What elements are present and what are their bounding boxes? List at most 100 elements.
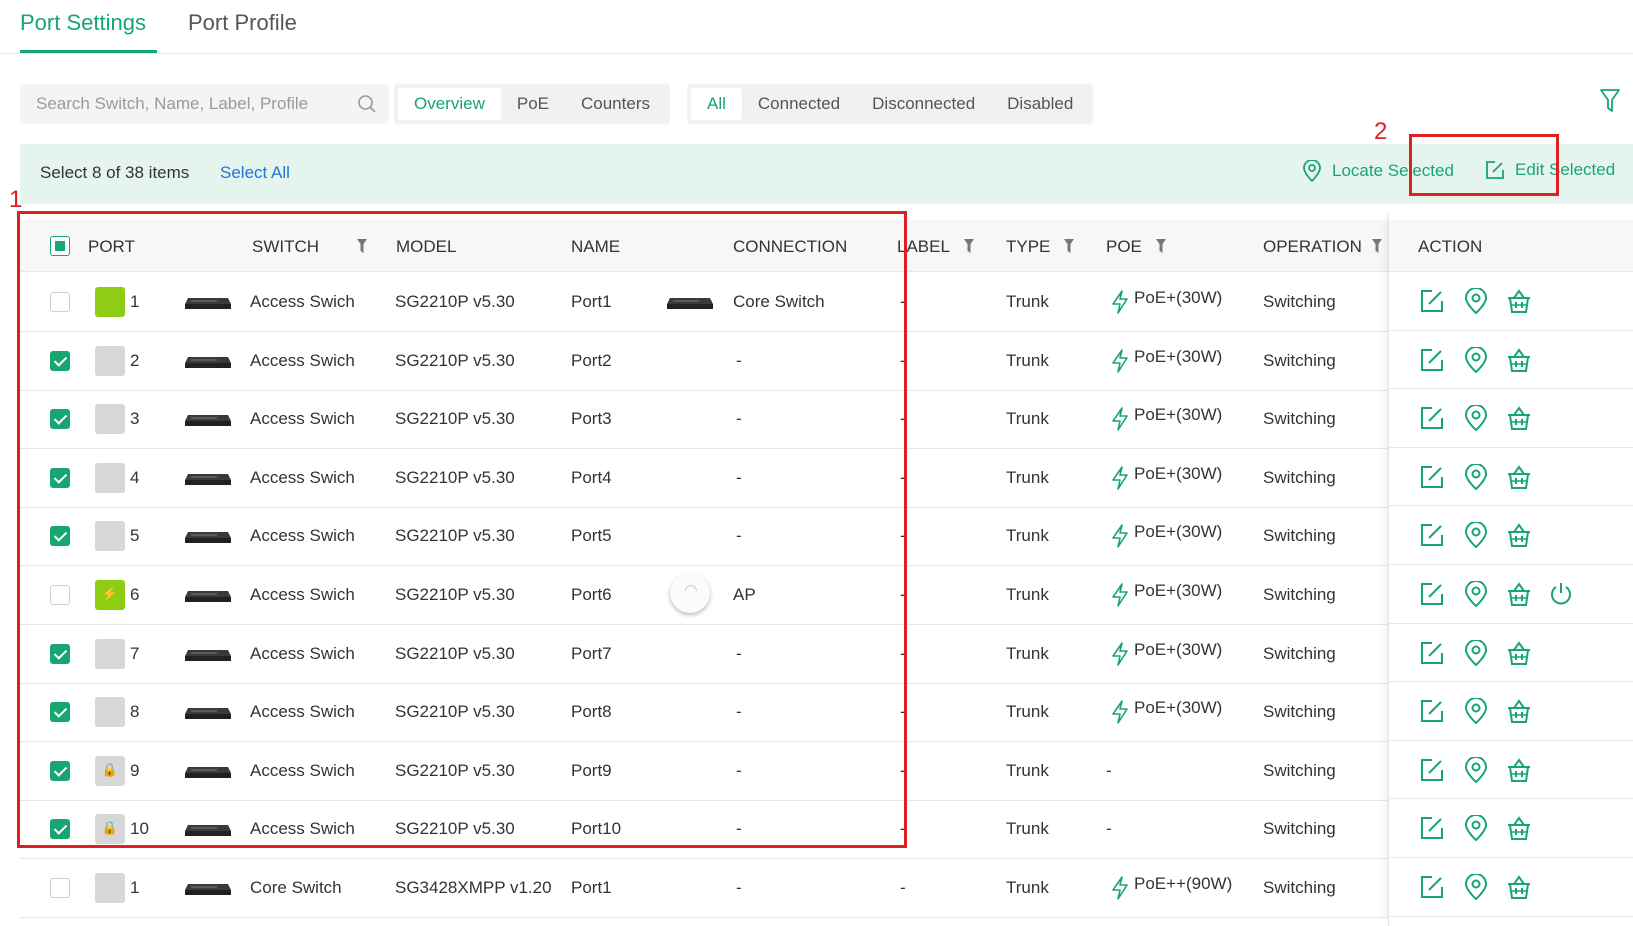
poe-bolt-icon: [1110, 524, 1130, 553]
location-pin-icon[interactable]: [1464, 345, 1488, 378]
column-header-poe: POE: [1106, 237, 1166, 258]
filter-icon[interactable]: [1599, 88, 1621, 119]
operation-filter-icon[interactable]: [1371, 238, 1382, 258]
poe-bolt-icon: [1110, 465, 1130, 495]
operation: Switching: [1263, 878, 1336, 897]
edit-icon[interactable]: [1419, 757, 1445, 788]
row-actions: [1389, 799, 1633, 858]
tab-port-settings[interactable]: Port Settings: [20, 10, 146, 36]
location-pin-icon[interactable]: [1464, 873, 1488, 905]
reset-profile-icon[interactable]: [1506, 874, 1532, 905]
operation: Switching: [1263, 467, 1336, 487]
status-option-all[interactable]: All: [691, 88, 742, 120]
operation: Switching: [1263, 702, 1336, 722]
poe-value: PoE+(30W): [1134, 639, 1223, 659]
type: Trunk: [1006, 409, 1049, 429]
poe-value: PoE++(90W): [1134, 874, 1233, 893]
reset-profile-icon[interactable]: [1506, 288, 1532, 319]
edit-icon[interactable]: [1419, 464, 1445, 495]
poe-value: PoE+(30W): [1134, 463, 1223, 483]
status-option-connected[interactable]: Connected: [742, 88, 856, 120]
reset-profile-icon[interactable]: [1506, 757, 1532, 788]
reset-profile-icon[interactable]: [1506, 464, 1532, 495]
poe-bolt-icon: [1110, 641, 1130, 671]
poe-bolt-icon: [1110, 700, 1130, 729]
edit-icon[interactable]: [1419, 288, 1445, 319]
type: Trunk: [1006, 292, 1049, 311]
location-pin-icon[interactable]: [1464, 814, 1488, 846]
reset-profile-icon[interactable]: [1506, 347, 1532, 378]
type: Trunk: [1006, 878, 1049, 897]
edit-icon[interactable]: [1419, 347, 1445, 378]
edit-icon[interactable]: [1419, 698, 1445, 729]
poe-value: PoE+(30W): [1134, 698, 1223, 718]
type: Trunk: [1006, 643, 1049, 663]
row-actions: [1389, 624, 1633, 683]
reset-profile-icon[interactable]: [1506, 698, 1532, 729]
type: Trunk: [1006, 760, 1049, 780]
action-column-header: ACTION: [1389, 220, 1633, 272]
operation: Switching: [1263, 526, 1336, 546]
port-status-icon: [95, 873, 125, 903]
reset-profile-icon[interactable]: [1506, 581, 1532, 612]
edit-icon[interactable]: [1419, 581, 1445, 612]
annotation-box-2: [1409, 134, 1559, 196]
column-header-operation: OPERATION: [1263, 237, 1382, 258]
location-pin-icon[interactable]: [1464, 638, 1488, 671]
location-pin-icon[interactable]: [1464, 697, 1488, 729]
reset-profile-icon[interactable]: [1506, 815, 1532, 846]
status-option-disabled[interactable]: Disabled: [991, 88, 1089, 120]
location-pin-icon: [1303, 160, 1321, 182]
operation: Switching: [1263, 409, 1336, 429]
poe-filter-icon[interactable]: [1155, 238, 1166, 258]
reset-profile-icon[interactable]: [1506, 640, 1532, 671]
operation: Switching: [1263, 585, 1336, 604]
label-filter-icon[interactable]: [963, 238, 974, 258]
poe-bolt-icon: [1110, 290, 1130, 319]
row-actions: [1389, 506, 1633, 565]
selection-bar: Select 8 of 38 items Select All Locate S…: [20, 144, 1633, 204]
search-input[interactable]: [34, 84, 354, 124]
column-header-action: ACTION: [1418, 237, 1483, 256]
operation: Switching: [1263, 819, 1336, 839]
view-option-overview[interactable]: Overview: [398, 88, 501, 120]
poe-value: -: [1106, 819, 1112, 839]
row-actions: [1389, 389, 1633, 448]
power-cycle-icon[interactable]: [1549, 581, 1573, 612]
view-option-poe[interactable]: PoE: [501, 88, 565, 120]
reset-profile-icon[interactable]: [1506, 522, 1532, 553]
poe-value: PoE+(30W): [1134, 522, 1223, 542]
location-pin-icon[interactable]: [1464, 287, 1488, 319]
search-icon[interactable]: [357, 94, 377, 119]
switch-name: Core Switch: [250, 878, 342, 897]
status-segmented-control: All Connected Disconnected Disabled: [687, 84, 1094, 124]
row-actions: [1389, 741, 1633, 800]
edit-icon[interactable]: [1419, 815, 1445, 846]
location-pin-icon[interactable]: [1464, 462, 1488, 495]
type-filter-icon[interactable]: [1064, 238, 1075, 258]
poe-bolt-icon: [1110, 876, 1130, 905]
poe-bolt-icon: [1110, 348, 1130, 378]
row-checkbox[interactable]: [50, 878, 70, 898]
row-actions: [1389, 448, 1633, 507]
edit-icon[interactable]: [1419, 405, 1445, 436]
edit-icon[interactable]: [1419, 522, 1445, 553]
port-name: Port1: [571, 878, 612, 897]
status-option-disconnected[interactable]: Disconnected: [856, 88, 991, 120]
tab-port-profile[interactable]: Port Profile: [188, 10, 297, 36]
location-pin-icon[interactable]: [1464, 404, 1488, 436]
operation: Switching: [1263, 292, 1336, 311]
edit-icon[interactable]: [1419, 874, 1445, 905]
label: -: [900, 878, 906, 897]
location-pin-icon[interactable]: [1464, 755, 1488, 788]
edit-icon[interactable]: [1419, 640, 1445, 671]
location-pin-icon[interactable]: [1464, 580, 1488, 612]
selection-count: Select 8 of 38 items: [40, 163, 190, 182]
poe-value: PoE+(30W): [1134, 405, 1223, 425]
reset-profile-icon[interactable]: [1506, 405, 1532, 436]
location-pin-icon[interactable]: [1464, 521, 1488, 553]
select-all-link[interactable]: Select All: [220, 163, 290, 183]
poe-value: PoE+(30W): [1134, 288, 1223, 307]
view-option-counters[interactable]: Counters: [565, 88, 666, 120]
type: Trunk: [1006, 819, 1049, 839]
